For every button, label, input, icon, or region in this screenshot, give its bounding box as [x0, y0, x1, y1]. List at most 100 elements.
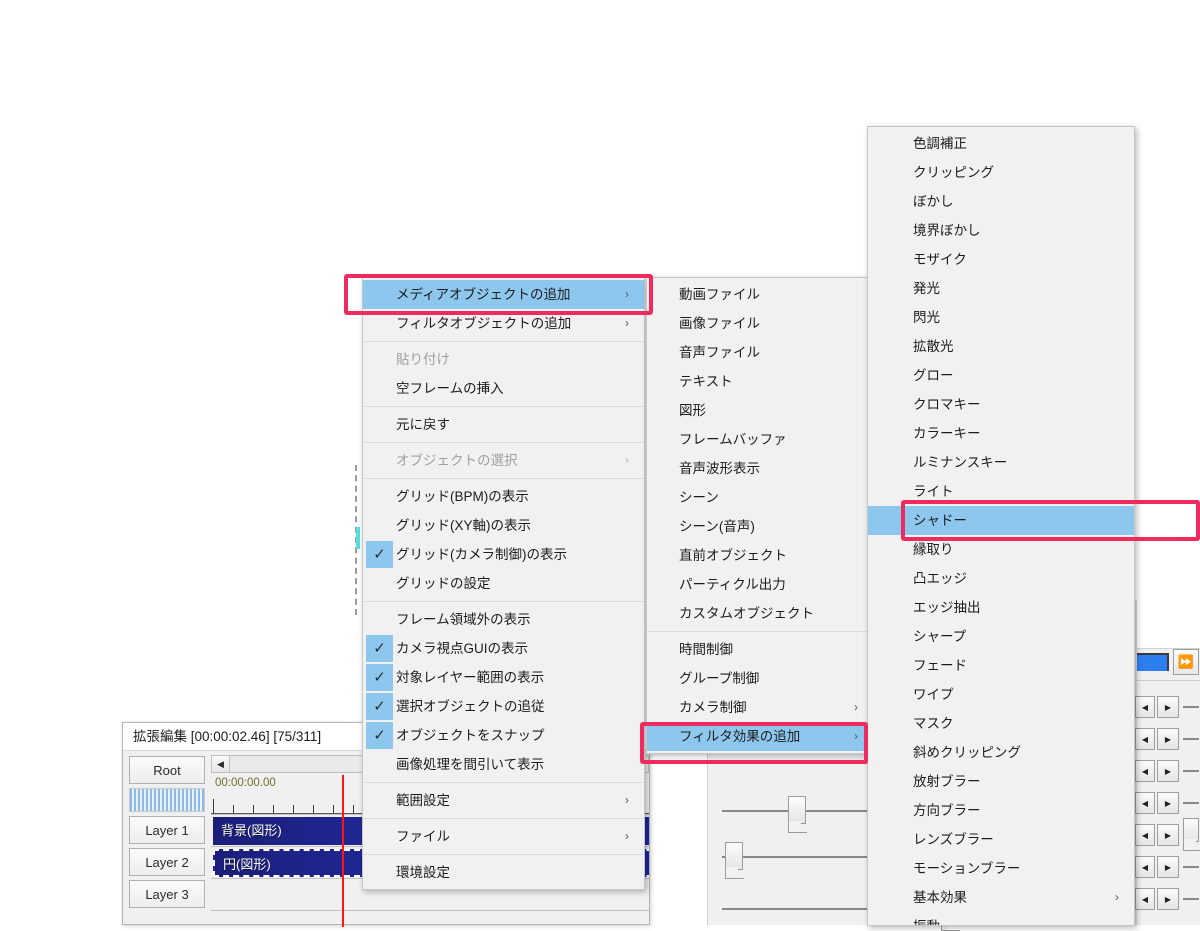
- spinner-row-6[interactable]: ◀ ▶: [1135, 856, 1179, 880]
- media-item-フレームバッファ[interactable]: フレームバッファ: [647, 425, 873, 454]
- menu-item-環境設定[interactable]: 環境設定: [363, 858, 644, 887]
- spinner-right-icon-1[interactable]: ▶: [1157, 696, 1179, 718]
- filter-item-方向ブラー[interactable]: 方向ブラー: [868, 796, 1134, 825]
- scroll-left-arrow-icon[interactable]: ◀: [212, 756, 230, 772]
- filter-item-シャープ[interactable]: シャープ: [868, 622, 1134, 651]
- context-menu[interactable]: メディアオブジェクトの追加 › フィルタオブジェクトの追加 › 貼り付け 空フレームの挿入…: [362, 277, 645, 890]
- filter-item-クロマキー[interactable]: クロマキー: [868, 390, 1134, 419]
- media-item-音声ファイル[interactable]: 音声ファイル: [647, 338, 873, 367]
- filter-item-グロー[interactable]: グロー: [868, 361, 1134, 390]
- filter-item-閃光[interactable]: 閃光: [868, 303, 1134, 332]
- filter-item-振動[interactable]: 振動: [868, 912, 1134, 925]
- filter-item-モーションブラー[interactable]: モーションブラー: [868, 854, 1134, 883]
- spinner-right-icon-7[interactable]: ▶: [1157, 888, 1179, 910]
- filter-item-放射ブラー[interactable]: 放射ブラー: [868, 767, 1134, 796]
- filter-item-拡散光[interactable]: 拡散光: [868, 332, 1134, 361]
- filter-item-モザイク[interactable]: モザイク: [868, 245, 1134, 274]
- spinner-right-icon-5[interactable]: ▶: [1157, 824, 1179, 846]
- filter-item-色調補正[interactable]: 色調補正: [868, 129, 1134, 158]
- fast-forward-icon[interactable]: ⏩: [1173, 649, 1199, 675]
- media-item-直前オブジェクト[interactable]: 直前オブジェクト: [647, 541, 873, 570]
- filter-item-シャドー[interactable]: シャドー: [868, 506, 1134, 535]
- filter-item-マスク[interactable]: マスク: [868, 709, 1134, 738]
- menu-item-画像処理を間引いて表示[interactable]: 画像処理を間引いて表示: [363, 750, 644, 779]
- slider-stub-3[interactable]: [1183, 770, 1199, 772]
- media-item-シーン[interactable]: シーン: [647, 483, 873, 512]
- filter-item-境界ぼかし[interactable]: 境界ぼかし: [868, 216, 1134, 245]
- filter-item-ルミナンスキー[interactable]: ルミナンスキー: [868, 448, 1134, 477]
- filter-item-ワイプ[interactable]: ワイプ: [868, 680, 1134, 709]
- slider-stub-7[interactable]: [1183, 898, 1199, 900]
- layer-button-2[interactable]: Layer 2: [129, 848, 205, 876]
- spinner-row-1[interactable]: ◀ ▶: [1135, 696, 1179, 720]
- filter-item-基本効果[interactable]: 基本効果 ›: [868, 883, 1134, 912]
- menu-item-グリッド(BPM)の表示[interactable]: グリッド(BPM)の表示: [363, 482, 644, 511]
- spinner-right-icon-3[interactable]: ▶: [1157, 760, 1179, 782]
- root-button[interactable]: Root: [129, 756, 205, 784]
- layer-button-3[interactable]: Layer 3: [129, 880, 205, 908]
- slider-stub-4[interactable]: [1183, 802, 1199, 804]
- filter-item-エッジ抽出[interactable]: エッジ抽出: [868, 593, 1134, 622]
- spinner-row-3[interactable]: ◀ ▶: [1135, 760, 1179, 784]
- filter-item-フェード[interactable]: フェード: [868, 651, 1134, 680]
- spinner-left-icon-1[interactable]: ◀: [1135, 696, 1155, 718]
- menu-item-空フレームの挿入[interactable]: 空フレームの挿入: [363, 374, 644, 403]
- slider-knob-strip[interactable]: [1183, 818, 1199, 842]
- slider-stub-6[interactable]: [1183, 866, 1199, 868]
- spinner-right-icon-6[interactable]: ▶: [1157, 856, 1179, 878]
- filter-item-クリッピング[interactable]: クリッピング: [868, 158, 1134, 187]
- timeline-minimap[interactable]: [129, 788, 205, 812]
- filter-item-レンズブラー[interactable]: レンズブラー: [868, 825, 1134, 854]
- slider-knob-2[interactable]: [788, 796, 806, 824]
- media-item-カスタムオブジェクト[interactable]: カスタムオブジェクト: [647, 599, 873, 628]
- menu-item-ファイル[interactable]: ファイル ›: [363, 822, 644, 851]
- spinner-row-5[interactable]: ◀ ▶: [1135, 824, 1179, 848]
- media-item-図形[interactable]: 図形: [647, 396, 873, 425]
- slider-knob-3[interactable]: [725, 842, 743, 870]
- menu-item-メディアオブジェクトの追加[interactable]: メディアオブジェクトの追加 ›: [363, 280, 644, 309]
- menu-item-グリッド(カメラ制御)の表示[interactable]: ✓ グリッド(カメラ制御)の表示: [363, 540, 644, 569]
- filter-item-凸エッジ[interactable]: 凸エッジ: [868, 564, 1134, 593]
- spinner-left-icon-4[interactable]: ◀: [1135, 792, 1155, 814]
- menu-item-カメラ視点GUIの表示[interactable]: ✓ カメラ視点GUIの表示: [363, 634, 644, 663]
- spinner-right-icon-2[interactable]: ▶: [1157, 728, 1179, 750]
- spinner-right-icon-4[interactable]: ▶: [1157, 792, 1179, 814]
- menu-item-フィルタオブジェクトの追加[interactable]: フィルタオブジェクトの追加 ›: [363, 309, 644, 338]
- slider-stub-2[interactable]: [1183, 738, 1199, 740]
- media-item-パーティクル出力[interactable]: パーティクル出力: [647, 570, 873, 599]
- menu-item-オブジェクトをスナップ[interactable]: ✓ オブジェクトをスナップ: [363, 721, 644, 750]
- menu-item-元に戻す[interactable]: 元に戻す: [363, 410, 644, 439]
- spinner-row-7[interactable]: ◀ ▶: [1135, 888, 1179, 912]
- spinner-left-icon-3[interactable]: ◀: [1135, 760, 1155, 782]
- add-filter-effect-submenu[interactable]: 色調補正 クリッピング ぼかし 境界ぼかし モザイク 発光 閃光 拡散光 グロー クロマキー カラー…: [867, 126, 1135, 926]
- filter-item-ライト[interactable]: ライト: [868, 477, 1134, 506]
- media-item-テキスト[interactable]: テキスト: [647, 367, 873, 396]
- filter-item-カラーキー[interactable]: カラーキー: [868, 419, 1134, 448]
- filter-item-斜めクリッピング[interactable]: 斜めクリッピング: [868, 738, 1134, 767]
- add-media-object-submenu[interactable]: 動画ファイル 画像ファイル 音声ファイル テキスト 図形 フレームバッファ 音声波形表示 シー…: [646, 277, 874, 754]
- filter-item-縁取り[interactable]: 縁取り: [868, 535, 1134, 564]
- menu-item-フレーム領域外の表示[interactable]: フレーム領域外の表示: [363, 605, 644, 634]
- spinner-left-icon-6[interactable]: ◀: [1135, 856, 1155, 878]
- media-item-フィルタ効果の追加[interactable]: フィルタ効果の追加 ›: [647, 722, 873, 751]
- layer-button-1[interactable]: Layer 1: [129, 816, 205, 844]
- slider-stub-1[interactable]: [1183, 706, 1199, 708]
- media-item-時間制御[interactable]: 時間制御: [647, 635, 873, 664]
- filter-item-発光[interactable]: 発光: [868, 274, 1134, 303]
- media-item-動画ファイル[interactable]: 動画ファイル: [647, 280, 873, 309]
- spinner-left-icon-7[interactable]: ◀: [1135, 888, 1155, 910]
- spinner-row-2[interactable]: ◀ ▶: [1135, 728, 1179, 752]
- media-item-音声波形表示[interactable]: 音声波形表示: [647, 454, 873, 483]
- menu-item-選択オブジェクトの追従[interactable]: ✓ 選択オブジェクトの追従: [363, 692, 644, 721]
- spinner-row-4[interactable]: ◀ ▶: [1135, 792, 1179, 816]
- timeline-playhead[interactable]: [342, 775, 344, 927]
- media-item-シーン(音声)[interactable]: シーン(音声): [647, 512, 873, 541]
- media-item-画像ファイル[interactable]: 画像ファイル: [647, 309, 873, 338]
- menu-item-グリッド(XY軸)の表示[interactable]: グリッド(XY軸)の表示: [363, 511, 644, 540]
- filter-item-ぼかし[interactable]: ぼかし: [868, 187, 1134, 216]
- spinner-left-icon-2[interactable]: ◀: [1135, 728, 1155, 750]
- menu-item-対象レイヤー範囲の表示[interactable]: ✓ 対象レイヤー範囲の表示: [363, 663, 644, 692]
- media-item-グループ制御[interactable]: グループ制御: [647, 664, 873, 693]
- spinner-left-icon-5[interactable]: ◀: [1135, 824, 1155, 846]
- media-item-カメラ制御[interactable]: カメラ制御 ›: [647, 693, 873, 722]
